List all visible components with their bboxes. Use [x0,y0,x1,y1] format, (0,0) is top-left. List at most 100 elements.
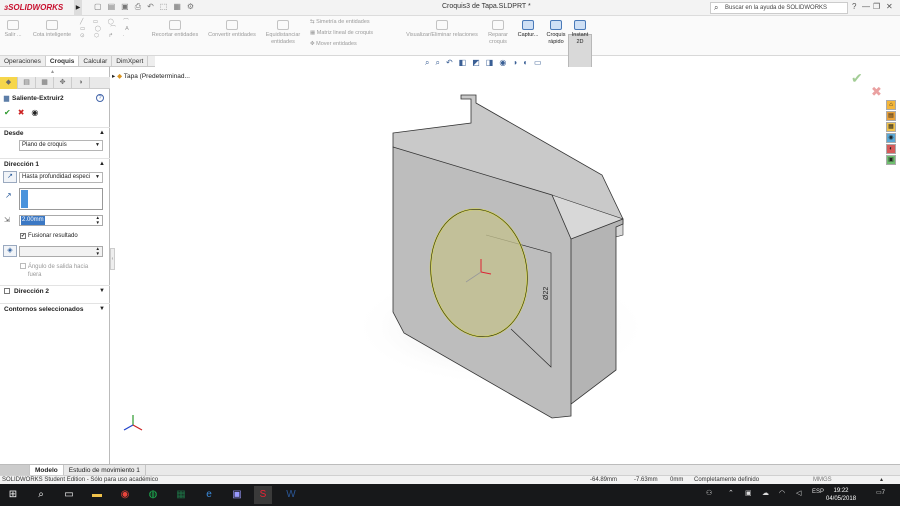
mirror-entities-button[interactable]: ⇆ Simetría de entidades [310,19,392,26]
resources-icon[interactable]: ⌂ [886,100,896,110]
appearances-icon[interactable]: ◐ [886,144,896,154]
spotify-icon[interactable]: ◍ [144,486,162,504]
cancel-x-icon[interactable]: ✖ [871,84,882,100]
panel-splitter[interactable]: ‹ [110,248,115,270]
spin-arrows-icon[interactable]: ▲ ▼ [96,246,100,256]
new-icon[interactable]: ▢ [94,2,102,14]
graphics-area[interactable]: Ø22 [111,67,900,464]
feature-tree-flyout[interactable]: ▸ ◆ Tapa (Predeterminad... [112,72,190,80]
convert-entities-button[interactable]: Convertir entidades [205,20,259,39]
undo-icon[interactable]: ↶ [147,2,154,14]
dimxpert-tab-icon[interactable]: ✥ [54,77,72,89]
onedrive-icon[interactable]: ☁ [762,489,769,497]
direction-vector-icon: ↗ [5,191,12,200]
save-icon[interactable]: ▣ [121,2,129,14]
cancel-x-icon[interactable]: ✖ [18,108,25,117]
minimize-icon[interactable]: — [862,2,870,11]
select-icon[interactable]: ⬚ [160,2,168,14]
solidworks-logo[interactable]: ᴈSOLIDWORKS [4,2,74,14]
rapid-sketch-button[interactable]: Croquis rápido [544,20,568,46]
configurationmanager-tab-icon[interactable]: ▦ [36,77,54,89]
display-delete-relations-button[interactable]: Visualizar/Eliminar relaciones [402,20,482,39]
options-icon[interactable]: ⚙ [187,2,194,14]
volume-icon[interactable]: ◁ [796,489,801,497]
print-icon[interactable]: ⎙ [135,2,141,14]
desde-select[interactable]: Plano de croquis ▼ [19,140,103,151]
section-desde[interactable]: Desde ▲ [0,127,110,138]
task-view-icon[interactable]: ▭ [60,486,78,504]
convert-icon [226,20,238,30]
tab-operaciones[interactable]: Operaciones [0,56,46,66]
draft-angle-input[interactable]: ▲ ▼ [19,246,103,257]
draft-toggle-icon[interactable]: ◈ [3,245,17,257]
checkbox-unchecked-icon[interactable] [4,288,10,295]
draft-outward-checkbox[interactable]: Ángulo de salida hacia fuera [20,263,100,279]
move-entities-button[interactable]: ✥ Mover entidades [310,41,392,48]
tab-estudio-movimiento[interactable]: Estudio de movimiento 1 [64,465,146,475]
end-condition-select[interactable]: Hasta profundidad especi ▼ [19,172,103,183]
display-manager-tab-icon[interactable]: ◑ [72,77,90,89]
diameter-dimension[interactable]: Ø22 [543,287,550,300]
merge-result-checkbox[interactable]: ✔ Fusionar resultado [20,233,78,239]
help-search-input[interactable]: ⌕ Buscar en la ayuda de SOLIDWORKS [710,2,848,14]
edge-icon[interactable]: e [200,486,218,504]
chrome-icon[interactable]: ◉ [116,486,134,504]
help-icon[interactable]: ? [852,2,856,11]
search-icon[interactable]: ⌕ [32,486,50,504]
capture-button[interactable]: Captur... [514,20,542,39]
file-explorer-icon[interactable]: ▦ [886,122,896,132]
section-contornos[interactable]: Contornos seleccionados ▼ [0,303,110,314]
linear-pattern-button[interactable]: ▦ Matriz lineal de croquis [310,30,392,37]
clock[interactable]: 19:22 04/05/2018 [826,487,856,503]
system-tray-icon[interactable]: ▣ [745,489,752,497]
panel-drag-handle[interactable]: ▴ [51,68,54,75]
file-explorer-icon[interactable]: ▬ [88,486,106,504]
language-indicator[interactable]: ESP [812,489,824,495]
solidworks-taskbar-icon[interactable]: S [254,486,272,504]
featuremanager-tab-icon[interactable]: ◆ [0,77,18,89]
people-icon[interactable]: ⚇ [706,489,712,497]
excel-icon[interactable]: ▦ [172,486,190,504]
close-icon[interactable]: ✕ [886,2,893,11]
windows-start-icon[interactable]: ⊞ [4,486,22,504]
restore-icon[interactable]: ❐ [873,2,880,11]
menu-expand-arrow[interactable]: ▶ [74,0,82,16]
offset-entities-button[interactable]: Equidistanciar entidades [262,20,304,46]
design-library-icon[interactable]: ▤ [886,111,896,121]
show-hidden-icons[interactable]: ⌃ [728,489,734,497]
tab-modelo[interactable]: Modelo [30,465,64,475]
word-icon[interactable]: W [282,486,300,504]
wifi-icon[interactable]: ◠ [779,489,785,497]
document-title: Croquis3 de Tapa.SLDPRT * [442,3,531,10]
direction-selection-box[interactable] [19,188,103,210]
depth-input[interactable]: 2.00mm ▲ ▼ [19,215,103,226]
tab-dimxpert[interactable]: DimXpert [112,56,149,66]
custom-properties-icon[interactable]: ▣ [886,155,896,165]
confirm-check-icon[interactable]: ✔ [851,70,863,87]
ok-check-icon[interactable]: ✔ [4,108,11,117]
exit-sketch-button[interactable]: Salir ... [4,20,22,39]
tab-croquis[interactable]: Croquis [45,56,80,66]
section-direccion2[interactable]: Dirección 2 ▼ [0,285,110,296]
reverse-direction-icon[interactable]: ↗ [3,171,17,183]
rebuild-icon[interactable]: ▦ [173,2,181,14]
windows-taskbar: ⊞ ⌕ ▭ ▬ ◉ ◍ ▦ e ▣ S W ⚇ ⌃ ▣ ☁ ◠ ◁ ESP 19… [0,484,900,506]
open-icon[interactable]: ▤ [108,2,116,14]
notification-center-icon[interactable]: ▭7 [876,489,885,496]
trim-entities-button[interactable]: Recortar entidades [148,20,202,39]
sketch-tools-group[interactable]: ╱ ▭ ◯ ⌒ ▭ ◯ ⌒ A ⊙ ⬡ ↱ · [80,19,140,40]
propertymanager-tab-icon[interactable]: ▤ [18,77,36,89]
smart-dimension-button[interactable]: Cota inteligente [28,20,76,39]
tab-calcular[interactable]: Calcular [79,56,113,66]
section-direccion1[interactable]: Dirección 1 ▲ [0,158,110,169]
repair-sketch-button[interactable]: Reparar croquis [486,20,510,46]
part-icon: ◆ [117,73,123,80]
app-icon[interactable]: ▣ [228,486,246,504]
spin-arrows-icon[interactable]: ▲ ▼ [96,215,100,225]
tab-scroll-buttons[interactable] [0,465,30,475]
help-icon[interactable]: ? [96,94,104,102]
preview-eye-icon[interactable]: ◉ [31,108,38,117]
instant-2d-button[interactable]: Instant 2D [570,20,590,46]
view-palette-icon[interactable]: ◉ [886,133,896,143]
clock-date: 04/05/2018 [826,496,857,502]
